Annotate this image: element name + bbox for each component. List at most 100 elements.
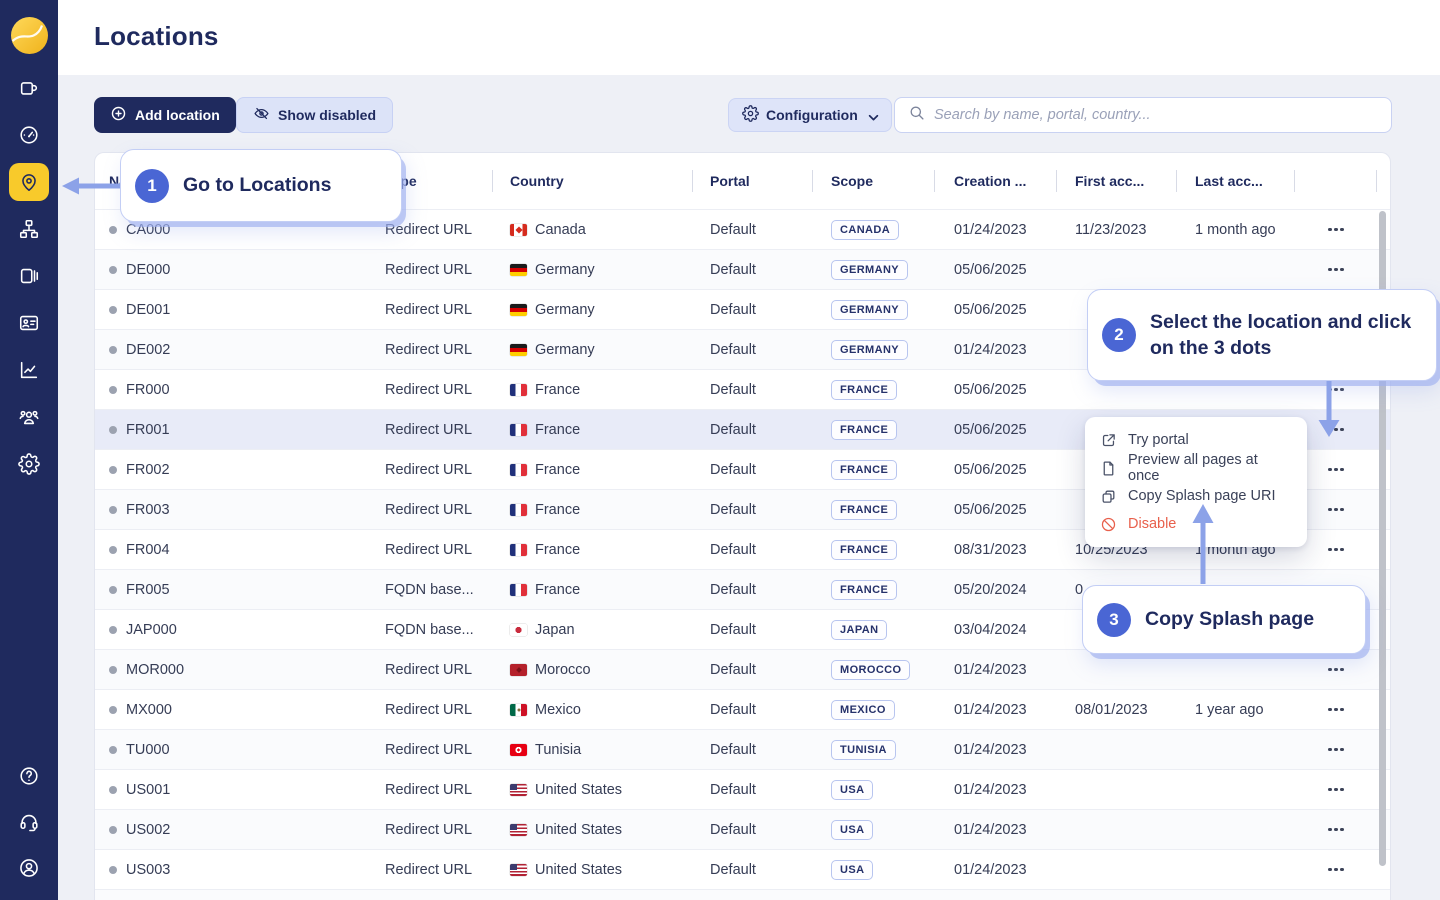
cell-country: Germany xyxy=(493,250,693,289)
status-dot xyxy=(109,226,117,234)
scope-badge: USA xyxy=(831,820,873,840)
table-row[interactable]: MOR000Redirect URLMoroccoDefaultMOROCCO0… xyxy=(95,649,1390,689)
cell-name: MX000 xyxy=(95,690,375,729)
sidebar-item-dashboard[interactable] xyxy=(9,116,49,154)
row-actions-button[interactable] xyxy=(1322,662,1350,678)
sidebar-item-portal[interactable] xyxy=(9,69,49,107)
add-location-button[interactable]: Add location xyxy=(94,97,236,133)
scope-badge: CANADA xyxy=(831,220,899,240)
status-dot xyxy=(109,826,117,834)
cell-creation: 05/20/2024 xyxy=(935,570,1057,609)
cell-name: DE000 xyxy=(95,250,375,289)
cell-country: France xyxy=(493,410,693,449)
callout-step-3: 3 Copy Splash page xyxy=(1082,585,1366,654)
cell-country: United States xyxy=(493,850,693,889)
cell-creation: 01/24/2023 xyxy=(935,850,1057,889)
cell-first_access: 08/01/2023 xyxy=(1057,690,1177,729)
row-actions-button[interactable] xyxy=(1322,822,1350,838)
sidebar-item-network[interactable] xyxy=(9,210,49,248)
scope-badge: FRANCE xyxy=(831,580,897,600)
cell-portal: Default xyxy=(693,250,813,289)
callout-arrow-up-icon xyxy=(1188,502,1218,584)
row-actions-button[interactable] xyxy=(1322,742,1350,758)
status-dot xyxy=(109,466,117,474)
sidebar-item-devices[interactable] xyxy=(9,257,49,295)
cell-type: Redirect URL xyxy=(375,810,493,849)
cell-portal: Default xyxy=(693,290,813,329)
sidebar-item-help[interactable] xyxy=(9,757,49,795)
step-number-badge: 2 xyxy=(1102,318,1136,352)
table-row[interactable]: US003Redirect URLUnited StatesDefaultUSA… xyxy=(95,849,1390,889)
cell-creation: 01/24/2023 xyxy=(935,810,1057,849)
cell-creation: 01/24/2023 xyxy=(935,730,1057,769)
row-actions-button[interactable] xyxy=(1322,262,1350,278)
cell-actions xyxy=(1295,890,1377,900)
row-actions-button[interactable] xyxy=(1322,222,1350,238)
cell-first_access xyxy=(1057,850,1177,889)
cell-type: Redirect URL xyxy=(375,770,493,809)
country-flag-icon xyxy=(510,464,527,476)
table-row[interactable]: MX000Redirect URLMexicoDefaultMEXICO01/2… xyxy=(95,689,1390,729)
scope-badge: GERMANY xyxy=(831,300,908,320)
sidebar-item-contacts[interactable] xyxy=(9,304,49,342)
row-actions-button[interactable] xyxy=(1322,542,1350,558)
search-box xyxy=(894,97,1392,133)
cell-scope: FRANCE xyxy=(813,450,935,489)
step-number-badge: 3 xyxy=(1097,603,1131,637)
cell-country: Germany xyxy=(493,290,693,329)
row-actions-button[interactable] xyxy=(1322,862,1350,878)
configuration-button[interactable]: Configuration xyxy=(728,98,892,132)
sidebar-item-settings[interactable] xyxy=(9,445,49,483)
cell-creation: 05/06/2025 xyxy=(935,290,1057,329)
cell-name: FR005 xyxy=(95,570,375,609)
menu-item-try-portal[interactable]: Try portal xyxy=(1085,426,1307,454)
country-flag-icon xyxy=(510,744,527,756)
cell-portal: Default xyxy=(693,690,813,729)
table-row[interactable]: DE000Redirect URLGermanyDefaultGERMANY05… xyxy=(95,249,1390,289)
cell-scope: USA xyxy=(813,770,935,809)
cell-actions xyxy=(1295,690,1377,729)
table-row[interactable]: US002Redirect URLUnited StatesDefaultUSA… xyxy=(95,809,1390,849)
cell-creation: 01/24/2023 xyxy=(935,770,1057,809)
cell-name: DE002 xyxy=(95,330,375,369)
cell-type xyxy=(375,890,493,900)
table-row[interactable]: TU000Redirect URLTunisiaDefaultTUNISIA01… xyxy=(95,729,1390,769)
account-icon xyxy=(18,857,40,879)
callout-step-1: 1 Go to Locations xyxy=(120,149,402,222)
scope-badge: TUNISIA xyxy=(831,740,896,760)
country-flag-icon xyxy=(510,504,527,516)
cell-scope: GERMANY xyxy=(813,330,935,369)
sidebar-item-locations[interactable] xyxy=(9,163,49,201)
cell-last_access: 1 month ago xyxy=(1177,210,1295,249)
sidebar-item-support[interactable] xyxy=(9,803,49,841)
table-row[interactable]: US001Redirect URLUnited StatesDefaultUSA… xyxy=(95,769,1390,809)
cell-portal: Default xyxy=(693,490,813,529)
sidebar-item-users[interactable] xyxy=(9,398,49,436)
brand-swoosh-icon xyxy=(11,17,48,54)
row-actions-button[interactable] xyxy=(1322,782,1350,798)
devices-icon xyxy=(18,265,40,287)
search-input[interactable] xyxy=(934,107,1378,123)
cell-country: Germany xyxy=(493,330,693,369)
cell-name: US003 xyxy=(95,850,375,889)
country-flag-icon xyxy=(510,784,527,796)
table-row[interactable]: USA xyxy=(95,889,1390,900)
page-title: Locations xyxy=(94,21,219,52)
menu-item-preview-all-pages-at-once[interactable]: Preview all pages at once xyxy=(1085,454,1307,482)
copy-icon xyxy=(1100,488,1117,505)
sidebar-item-analytics[interactable] xyxy=(9,351,49,389)
cell-last_access xyxy=(1177,770,1295,809)
app-logo[interactable] xyxy=(11,17,48,54)
row-actions-button[interactable] xyxy=(1322,502,1350,518)
scope-badge: FRANCE xyxy=(831,460,897,480)
sidebar-item-account[interactable] xyxy=(9,849,49,887)
cell-country: Mexico xyxy=(493,690,693,729)
status-dot xyxy=(109,506,117,514)
row-actions-button[interactable] xyxy=(1322,462,1350,478)
cell-actions xyxy=(1295,210,1377,249)
country-flag-icon xyxy=(510,864,527,876)
row-actions-button[interactable] xyxy=(1322,702,1350,718)
show-disabled-button[interactable]: Show disabled xyxy=(236,97,393,133)
sidebar xyxy=(0,0,58,900)
scope-badge: USA xyxy=(831,780,873,800)
